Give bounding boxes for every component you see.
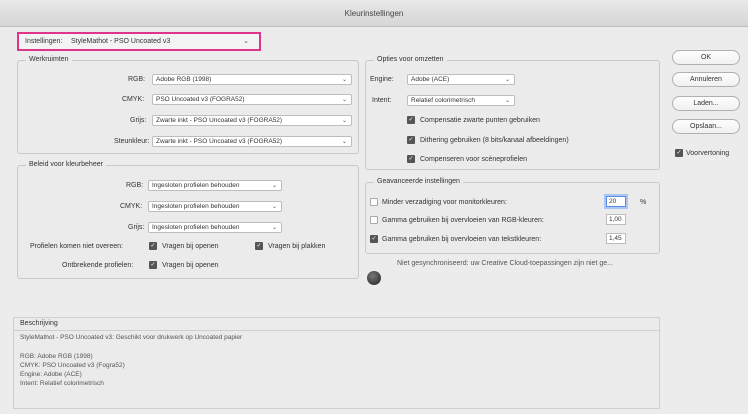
- spot-working-label: Steunkleur:: [114, 138, 150, 145]
- engine-label: Engine:: [370, 76, 394, 83]
- ask-open-missing-checkbox[interactable]: ✓: [149, 261, 157, 269]
- desaturate-checkbox[interactable]: [370, 198, 378, 206]
- cmyk-working-select[interactable]: PSO Uncoated v3 (FOGRA52) ⌄: [152, 94, 352, 105]
- chevron-down-icon: ⌄: [271, 183, 277, 189]
- load-button[interactable]: Laden...: [672, 96, 740, 111]
- gray-working-label: Grijs:: [130, 117, 147, 124]
- title-bar: Kleurinstellingen: [0, 0, 748, 27]
- ask-paste-checkbox[interactable]: ✓: [255, 242, 263, 250]
- desaturate-label: Minder verzadiging voor monitorkleuren:: [382, 199, 507, 206]
- ask-paste-label: Vragen bij plakken: [268, 243, 326, 250]
- chevron-down-icon: ⌄: [271, 225, 277, 231]
- cmyk-working-value: PSO Uncoated v3 (FOGRA52): [156, 96, 245, 103]
- settings-value: StyleMathot - PSO Uncoated v3: [71, 38, 171, 45]
- cmyk-working-label: CMYK:: [122, 96, 145, 103]
- ok-button[interactable]: OK: [672, 50, 740, 65]
- description-line: Engine: Adobe (ACE): [20, 371, 82, 378]
- rgb-working-label: RGB:: [128, 76, 146, 83]
- rgb-policy-label: RGB:: [126, 182, 144, 189]
- conversion-title: Opties voor omzetten: [374, 56, 447, 63]
- intent-label: Intent:: [372, 97, 392, 104]
- policies-title: Beleid voor kleurbeheer: [26, 161, 106, 168]
- advanced-title: Geavanceerde instellingen: [374, 178, 463, 185]
- chevron-down-icon: ⌄: [341, 118, 347, 124]
- mismatch-label: Profielen komen niet overeen:: [30, 243, 123, 250]
- rgb-working-value: Adobe RGB (1998): [156, 76, 212, 83]
- engine-select[interactable]: Adobe (ACE) ⌄: [407, 74, 515, 85]
- settings-label: Instellingen:: [25, 38, 63, 45]
- description-line: Intent: Relatief colorimetrisch: [20, 380, 104, 387]
- window-title: Kleurinstellingen: [344, 9, 404, 18]
- ask-open-label: Vragen bij openen: [162, 243, 219, 250]
- chevron-down-icon: ⌄: [341, 97, 347, 103]
- blend-rgb-label: Gamma gebruiken bij overvloeien van RGB-…: [382, 217, 544, 224]
- ask-open-missing-label: Vragen bij openen: [162, 262, 219, 269]
- chevron-down-icon: ⌄: [341, 139, 347, 145]
- missing-profiles-label: Ontbrekende profielen:: [62, 262, 134, 269]
- cmyk-policy-select[interactable]: Ingesloten profielen behouden ⌄: [148, 201, 282, 212]
- chevron-down-icon: ⌄: [504, 98, 510, 104]
- desaturate-input[interactable]: 20: [606, 196, 626, 207]
- chevron-down-icon: ⌄: [341, 77, 347, 83]
- ask-open-checkbox[interactable]: ✓: [149, 242, 157, 250]
- sync-status-text: Niet gesynchroniseerd: uw Creative Cloud…: [397, 260, 613, 267]
- engine-value: Adobe (ACE): [411, 76, 450, 83]
- description-title: Beschrijving: [20, 320, 58, 327]
- working-spaces-title: Werkruimten: [26, 56, 72, 63]
- intent-value: Relatief colorimetrisch: [411, 97, 475, 104]
- scene-profiles-checkbox[interactable]: ✓: [407, 155, 415, 163]
- cancel-button[interactable]: Annuleren: [672, 72, 740, 87]
- cmyk-policy-value: Ingesloten profielen behouden: [152, 203, 240, 210]
- rgb-policy-value: Ingesloten profielen behouden: [152, 182, 240, 189]
- blend-text-label: Gamma gebruiken bij overvloeien van teks…: [382, 236, 542, 243]
- save-button[interactable]: Opslaan...: [672, 119, 740, 134]
- chevron-down-icon: ⌄: [504, 77, 510, 83]
- blend-text-checkbox[interactable]: ✓: [370, 235, 378, 243]
- spot-working-select[interactable]: Zwarte inkt - PSO Uncoated v3 (FOGRA52) ⌄: [152, 136, 352, 147]
- black-point-checkbox[interactable]: ✓: [407, 116, 415, 124]
- black-point-label: Compensatie zwarte punten gebruiken: [420, 117, 540, 124]
- rgb-working-select[interactable]: Adobe RGB (1998) ⌄: [152, 74, 352, 85]
- settings-preset-select[interactable]: Instellingen: StyleMathot - PSO Uncoated…: [17, 32, 261, 51]
- gray-working-select[interactable]: Zwarte inkt - PSO Uncoated v3 (FOGRA52) ⌄: [152, 115, 352, 126]
- scene-profiles-label: Compenseren voor scèneprofielen: [420, 156, 528, 163]
- dither-label: Dithering gebruiken (8 bits/kanaal afbee…: [420, 137, 569, 144]
- dither-checkbox[interactable]: ✓: [407, 136, 415, 144]
- blend-rgb-input[interactable]: 1,00: [606, 214, 626, 225]
- gray-working-value: Zwarte inkt - PSO Uncoated v3 (FOGRA52): [156, 117, 283, 124]
- description-line: RGB: Adobe RGB (1998): [20, 353, 93, 360]
- creative-cloud-globe-icon: [367, 271, 381, 285]
- color-settings-dialog: Kleurinstellingen Instellingen: StyleMat…: [0, 0, 748, 414]
- description-line: CMYK: PSO Uncoated v3 (Fogra52): [20, 362, 125, 369]
- spot-working-value: Zwarte inkt - PSO Uncoated v3 (FOGRA52): [156, 138, 283, 145]
- intent-select[interactable]: Relatief colorimetrisch ⌄: [407, 95, 515, 106]
- chevron-down-icon: ⌄: [271, 204, 277, 210]
- rgb-policy-select[interactable]: Ingesloten profielen behouden ⌄: [148, 180, 282, 191]
- cmyk-policy-label: CMYK:: [120, 203, 143, 210]
- description-panel: Beschrijving StyleMathot - PSO Uncoated …: [13, 317, 660, 409]
- chevron-down-icon: ⌄: [243, 38, 249, 45]
- description-line: StyleMathot - PSO Uncoated v3: Geschikt …: [20, 334, 243, 341]
- gray-policy-value: Ingesloten profielen behouden: [152, 224, 240, 231]
- blend-rgb-checkbox[interactable]: [370, 216, 378, 224]
- preview-label: Voorvertoning: [686, 150, 730, 157]
- percent-unit: %: [640, 199, 647, 206]
- divider: [14, 330, 659, 331]
- gray-policy-select[interactable]: Ingesloten profielen behouden ⌄: [148, 222, 282, 233]
- gray-policy-label: Grijs:: [128, 224, 145, 231]
- preview-checkbox[interactable]: ✓: [675, 149, 683, 157]
- blend-text-input[interactable]: 1,45: [606, 233, 626, 244]
